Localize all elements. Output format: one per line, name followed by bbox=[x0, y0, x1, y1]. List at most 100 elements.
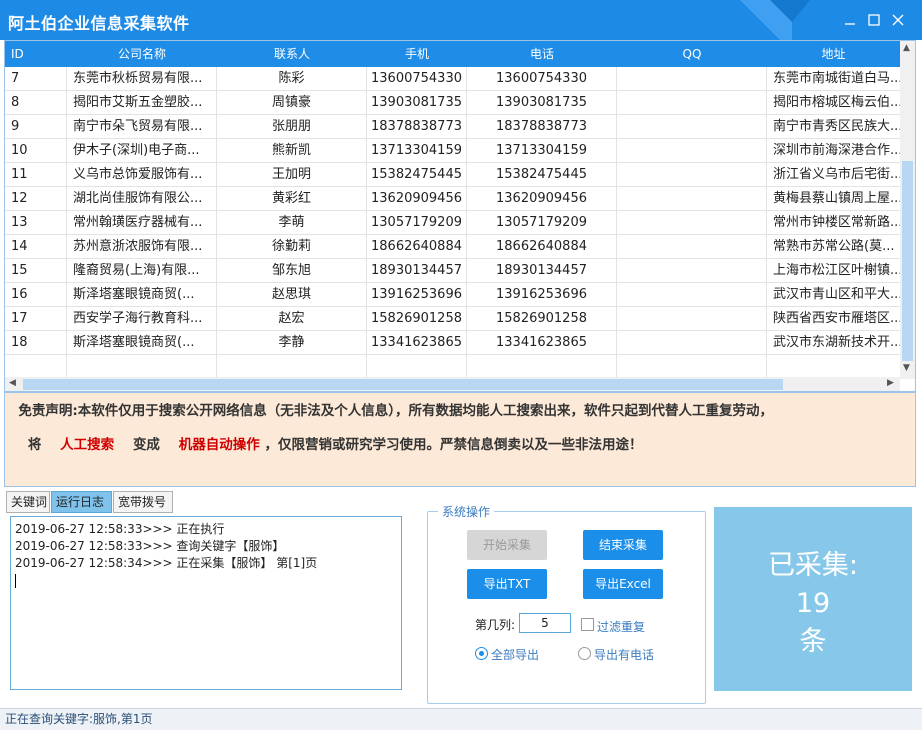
header-qq[interactable]: QQ bbox=[617, 41, 767, 67]
vertical-scrollbar[interactable]: ▲ ▼ bbox=[900, 41, 915, 379]
cell-address[interactable]: 陕西省西安市雁塔区... bbox=[767, 307, 900, 331]
cell-phone[interactable]: 18662640884 bbox=[467, 235, 617, 259]
cell-id[interactable]: 14 bbox=[5, 235, 67, 259]
maximize-icon[interactable] bbox=[866, 12, 882, 28]
cell-contact[interactable]: 周镇豪 bbox=[217, 91, 367, 115]
cell-contact[interactable]: 张朋朋 bbox=[217, 115, 367, 139]
stop-collect-button[interactable]: 结束采集 bbox=[583, 530, 663, 560]
cell-company[interactable]: 湖北尚佳服饰有限公... bbox=[67, 187, 217, 211]
cell-address[interactable]: 浙江省义乌市后宅街... bbox=[767, 163, 900, 187]
cell-mobile[interactable]: 13916253696 bbox=[367, 283, 467, 307]
table-row[interactable]: 15 隆裔贸易(上海)有限... 邹东旭 18930134457 18930134457… bbox=[5, 259, 900, 283]
horizontal-scrollbar[interactable]: ◀ ▶ bbox=[5, 377, 900, 391]
cell-company[interactable]: 常州翰璜医疗器械有... bbox=[67, 211, 217, 235]
export-txt-button[interactable]: 导出TXT bbox=[467, 569, 547, 599]
cell-address[interactable]: 深圳市前海深港合作... bbox=[767, 139, 900, 163]
cell-contact[interactable]: 徐勤莉 bbox=[217, 235, 367, 259]
cell-address[interactable]: 黄梅县蔡山镇周上屋... bbox=[767, 187, 900, 211]
export-with-phone-label[interactable]: 导出有电话 bbox=[594, 646, 654, 663]
cell-qq[interactable] bbox=[617, 211, 767, 235]
cell-phone[interactable]: 13600754330 bbox=[467, 67, 617, 91]
cell-company[interactable]: 苏州意浙浓服饰有限... bbox=[67, 235, 217, 259]
header-phone[interactable]: 电话 bbox=[467, 41, 617, 67]
scroll-up-icon[interactable]: ▲ bbox=[903, 43, 910, 53]
cell-address[interactable]: 上海市松江区叶榭镇... bbox=[767, 259, 900, 283]
start-collect-button[interactable]: 开始采集 bbox=[467, 530, 547, 560]
results-grid[interactable]: ID 公司名称 联系人 手机 电话 QQ 地址 7 东莞市秋栎贸易有限... 陈彩 1… bbox=[4, 40, 916, 392]
table-row[interactable]: 12 湖北尚佳服饰有限公... 黄彩红 13620909456 13620909456 黄… bbox=[5, 187, 900, 211]
table-row[interactable]: 17 西安学子海行教育科... 赵宏 15826901258 15826901258 陕西… bbox=[5, 307, 900, 331]
cell-mobile[interactable]: 18930134457 bbox=[367, 259, 467, 283]
cell-qq[interactable] bbox=[617, 67, 767, 91]
cell-address[interactable]: 武汉市青山区和平大... bbox=[767, 283, 900, 307]
cell-qq[interactable] bbox=[617, 163, 767, 187]
scroll-left-icon[interactable]: ◀ bbox=[9, 378, 16, 388]
cell-company[interactable]: 东莞市秋栎贸易有限... bbox=[67, 67, 217, 91]
cell-company[interactable]: 义乌市总饰爱服饰有... bbox=[67, 163, 217, 187]
header-address[interactable]: 地址 bbox=[767, 41, 900, 67]
cell-phone[interactable]: 13916253696 bbox=[467, 283, 617, 307]
cell-mobile[interactable]: 13057179209 bbox=[367, 211, 467, 235]
cell-mobile[interactable]: 13341623865 bbox=[367, 331, 467, 355]
cell-company[interactable]: 斯泽塔塞眼镜商贸(... bbox=[67, 331, 217, 355]
filter-duplicate-label[interactable]: 过滤重复 bbox=[597, 618, 645, 635]
table-row[interactable]: 13 常州翰璜医疗器械有... 李萌 13057179209 13057179209 常州… bbox=[5, 211, 900, 235]
export-with-phone-radio[interactable] bbox=[578, 647, 591, 660]
scroll-right-icon[interactable]: ▶ bbox=[887, 378, 894, 388]
cell-mobile[interactable]: 13713304159 bbox=[367, 139, 467, 163]
cell-phone[interactable]: 13341623865 bbox=[467, 331, 617, 355]
cell-mobile[interactable]: 13903081735 bbox=[367, 91, 467, 115]
cell-id[interactable]: 8 bbox=[5, 91, 67, 115]
table-row[interactable]: 10 伊木子(深圳)电子商... 熊新凯 13713304159 13713304159… bbox=[5, 139, 900, 163]
header-company[interactable]: 公司名称 bbox=[67, 41, 217, 67]
cell-address[interactable]: 常熟市苏常公路(莫... bbox=[767, 235, 900, 259]
cell-phone[interactable]: 15382475445 bbox=[467, 163, 617, 187]
cell-mobile[interactable]: 15382475445 bbox=[367, 163, 467, 187]
cell-id[interactable]: 9 bbox=[5, 115, 67, 139]
horizontal-scroll-thumb[interactable] bbox=[23, 379, 783, 390]
cell-address[interactable]: 武汉市东湖新技术开... bbox=[767, 331, 900, 355]
table-row[interactable]: 14 苏州意浙浓服饰有限... 徐勤莉 18662640884 18662640884 常… bbox=[5, 235, 900, 259]
cell-contact[interactable]: 熊新凯 bbox=[217, 139, 367, 163]
table-row[interactable]: 16 斯泽塔塞眼镜商贸(... 赵思琪 13916253696 13916253696 武… bbox=[5, 283, 900, 307]
cell-company[interactable]: 揭阳市艾斯五金塑胶... bbox=[67, 91, 217, 115]
cell-id[interactable]: 18 bbox=[5, 331, 67, 355]
minimize-icon[interactable] bbox=[842, 12, 858, 28]
cell-mobile[interactable]: 18662640884 bbox=[367, 235, 467, 259]
cell-qq[interactable] bbox=[617, 91, 767, 115]
cell-contact[interactable]: 赵宏 bbox=[217, 307, 367, 331]
table-row[interactable]: 7 东莞市秋栎贸易有限... 陈彩 13600754330 13600754330 东莞市… bbox=[5, 67, 900, 91]
table-row[interactable]: 9 南宁市朵飞贸易有限... 张朋朋 18378838773 18378838773 南宁… bbox=[5, 115, 900, 139]
cell-contact[interactable]: 黄彩红 bbox=[217, 187, 367, 211]
cell-contact[interactable]: 邹东旭 bbox=[217, 259, 367, 283]
cell-qq[interactable] bbox=[617, 307, 767, 331]
cell-qq[interactable] bbox=[617, 139, 767, 163]
cell-mobile[interactable]: 15826901258 bbox=[367, 307, 467, 331]
cell-id[interactable]: 11 bbox=[5, 163, 67, 187]
cell-qq[interactable] bbox=[617, 331, 767, 355]
cell-contact[interactable]: 赵思琪 bbox=[217, 283, 367, 307]
run-log-textarea[interactable]: 2019-06-27 12:58:33>>> 正在执行 2019-06-27 1… bbox=[10, 516, 402, 690]
cell-company[interactable]: 斯泽塔塞眼镜商贸(... bbox=[67, 283, 217, 307]
tab-run-log[interactable]: 运行日志 bbox=[51, 491, 112, 513]
cell-address[interactable]: 揭阳市榕城区梅云伯... bbox=[767, 91, 900, 115]
cell-company[interactable]: 伊木子(深圳)电子商... bbox=[67, 139, 217, 163]
cell-phone[interactable]: 13620909456 bbox=[467, 187, 617, 211]
export-all-radio[interactable] bbox=[475, 647, 488, 660]
cell-qq[interactable] bbox=[617, 259, 767, 283]
close-icon[interactable] bbox=[890, 12, 906, 28]
cell-phone[interactable]: 13713304159 bbox=[467, 139, 617, 163]
column-number-input[interactable]: 5 bbox=[519, 613, 571, 633]
cell-id[interactable]: 15 bbox=[5, 259, 67, 283]
cell-id[interactable]: 17 bbox=[5, 307, 67, 331]
cell-qq[interactable] bbox=[617, 235, 767, 259]
cell-id[interactable]: 13 bbox=[5, 211, 67, 235]
cell-phone[interactable]: 18378838773 bbox=[467, 115, 617, 139]
cell-id[interactable]: 12 bbox=[5, 187, 67, 211]
export-all-label[interactable]: 全部导出 bbox=[491, 646, 539, 663]
vertical-scroll-thumb[interactable] bbox=[902, 161, 913, 361]
export-excel-button[interactable]: 导出Excel bbox=[583, 569, 663, 599]
cell-qq[interactable] bbox=[617, 283, 767, 307]
cell-phone[interactable]: 15826901258 bbox=[467, 307, 617, 331]
tab-broadband-dial[interactable]: 宽带拨号 bbox=[113, 491, 173, 513]
